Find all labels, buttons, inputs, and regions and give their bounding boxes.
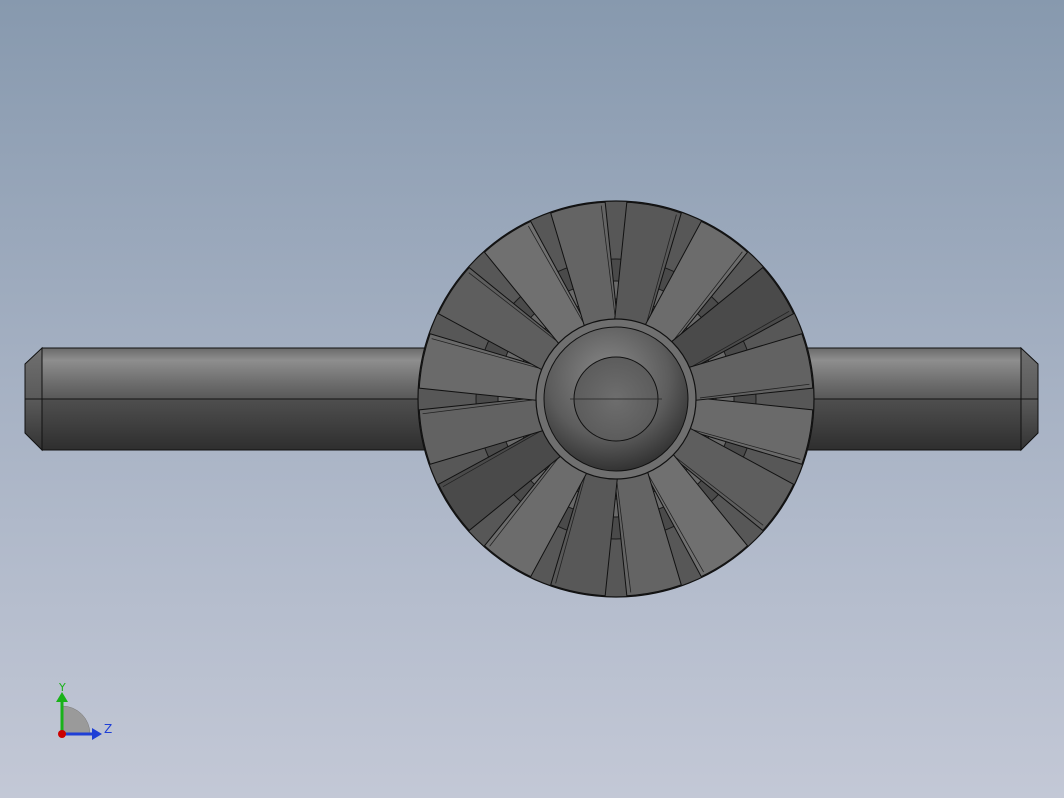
view-orientation-triad: Y Z xyxy=(56,681,112,740)
triad-plane-fill xyxy=(61,705,91,735)
model-view[interactable]: Y Z xyxy=(0,0,1064,798)
graphics-viewport[interactable]: Y Z xyxy=(0,0,1064,798)
impeller-disc[interactable] xyxy=(417,200,815,598)
y-axis-label: Y xyxy=(58,681,66,694)
left-shaft[interactable] xyxy=(24,346,443,452)
x-axis-point xyxy=(58,730,66,738)
z-axis-label: Z xyxy=(104,722,112,736)
right-shaft[interactable] xyxy=(789,346,1039,452)
